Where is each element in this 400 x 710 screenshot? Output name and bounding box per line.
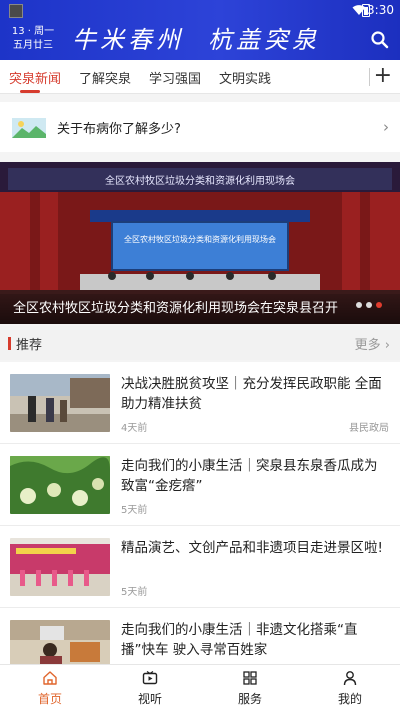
landscape-image-icon — [12, 118, 46, 138]
date-block: 13 · 周一 五月廿三 — [10, 25, 56, 53]
nav-video-label: 视听 — [137, 692, 162, 706]
tab-tuquan-news[interactable]: 突泉新闻 — [9, 68, 61, 87]
banner-caption: 全区农村牧区垃圾分类和资源化利用现场会在突泉县召开 — [13, 301, 339, 316]
news-thumbnail — [10, 620, 110, 664]
pagination-dot-active[interactable] — [376, 302, 382, 308]
nav-services[interactable]: 服务 — [220, 670, 280, 707]
nav-services-label: 服务 — [237, 692, 262, 706]
news-time: 4天前 — [121, 423, 148, 434]
section-accent-bar — [8, 337, 11, 350]
news-title: 走向我们的小康生活｜突泉县东泉香瓜成为致富“金疙瘩” — [121, 458, 378, 494]
search-icon[interactable] — [370, 30, 390, 50]
category-tabs: 突泉新闻 了解突泉 学习强国 文明实践 + — [0, 60, 400, 94]
news-list: 决战决胜脱贫攻坚｜充分发挥民政职能 全面助力精准扶贫 4天前 县民政局 走向我们… — [0, 362, 400, 664]
stage-banner-text: 全区农村牧区垃圾分类和资源化利用现场会 — [105, 174, 295, 187]
nav-home[interactable]: 首页 — [20, 670, 80, 707]
pagination-dot[interactable] — [356, 302, 362, 308]
news-thumbnail — [10, 456, 110, 514]
news-banner[interactable]: 全区农村牧区垃圾分类和资源化利用现场会 全区农村牧区垃圾分类和资源化利用现场会 — [0, 162, 400, 324]
notice-row[interactable]: 关于布病你了解多少? › — [0, 102, 400, 152]
tab-divider — [369, 68, 370, 86]
news-time: 5天前 — [121, 587, 148, 598]
news-source: 县民政局 — [349, 423, 389, 434]
date-weekday: 13 · 周一 — [11, 26, 55, 37]
news-item[interactable]: 走向我们的小康生活｜突泉县东泉香瓜成为致富“金疙瘩” 5天前 — [0, 444, 400, 526]
bottom-navigation: 首页 视听 服务 我的 — [0, 664, 400, 710]
news-title: 决战决胜脱贫攻坚｜充分发挥民政职能 全面助力精准扶贫 — [121, 376, 382, 412]
nav-video[interactable]: 视听 — [120, 670, 180, 707]
news-time: 5天前 — [121, 505, 148, 516]
add-tab-button[interactable]: + — [374, 63, 392, 89]
pagination-dot[interactable] — [366, 302, 372, 308]
tab-civilization-practice[interactable]: 文明实践 — [219, 68, 271, 87]
notice-text: 关于布病你了解多少? — [57, 122, 181, 137]
nav-profile-label: 我的 — [337, 692, 362, 706]
news-thumbnail — [10, 538, 110, 596]
home-icon — [43, 671, 57, 685]
date-lunar: 五月廿三 — [13, 40, 53, 51]
video-icon — [142, 671, 158, 685]
status-time: 3:30 — [367, 3, 394, 17]
slogan-part-1: 牛米春州 — [72, 26, 184, 54]
screen-text: 全区农村牧区垃圾分类和资源化利用现场会 — [124, 234, 276, 244]
tab-xuexi-qiangguo[interactable]: 学习强国 — [149, 68, 201, 87]
news-item[interactable]: 走向我们的小康生活｜非遗文化搭乘“直播”快车 驶入寻常百姓家 — [0, 608, 400, 664]
status-bar: 3:30 — [0, 0, 400, 22]
news-title: 精品演艺、文创产品和非遗项目走进景区啦! — [121, 540, 383, 556]
news-title: 走向我们的小康生活｜非遗文化搭乘“直播”快车 驶入寻常百姓家 — [121, 622, 358, 658]
notification-app-icon — [9, 4, 23, 18]
recommend-header: 推荐 更多 › — [0, 326, 400, 360]
slogan-part-2: 杭盖突泉 — [208, 26, 320, 54]
news-item[interactable]: 精品演艺、文创产品和非遗项目走进景区啦! 5天前 — [0, 526, 400, 608]
nav-home-label: 首页 — [37, 692, 62, 706]
user-icon — [343, 671, 357, 686]
chevron-right-icon: › — [383, 118, 389, 136]
recommend-title: 推荐 — [16, 338, 43, 353]
header-slogan: 牛米春州 杭盖突泉 — [72, 20, 320, 55]
banner-pagination — [352, 293, 382, 312]
tab-about-tuquan[interactable]: 了解突泉 — [79, 68, 131, 87]
app-screen: 3:30 13 · 周一 五月廿三 牛米春州 杭盖突泉 突泉新闻 了解突泉 学习强… — [0, 0, 400, 710]
active-tab-indicator — [20, 90, 40, 93]
news-item[interactable]: 决战决胜脱贫攻坚｜充分发挥民政职能 全面助力精准扶贫 4天前 县民政局 — [0, 362, 400, 444]
grid-icon — [243, 671, 257, 685]
news-thumbnail — [10, 374, 110, 432]
nav-profile[interactable]: 我的 — [320, 670, 380, 707]
more-link[interactable]: 更多 › — [355, 334, 390, 353]
app-header: 3:30 13 · 周一 五月廿三 牛米春州 杭盖突泉 — [0, 0, 400, 60]
